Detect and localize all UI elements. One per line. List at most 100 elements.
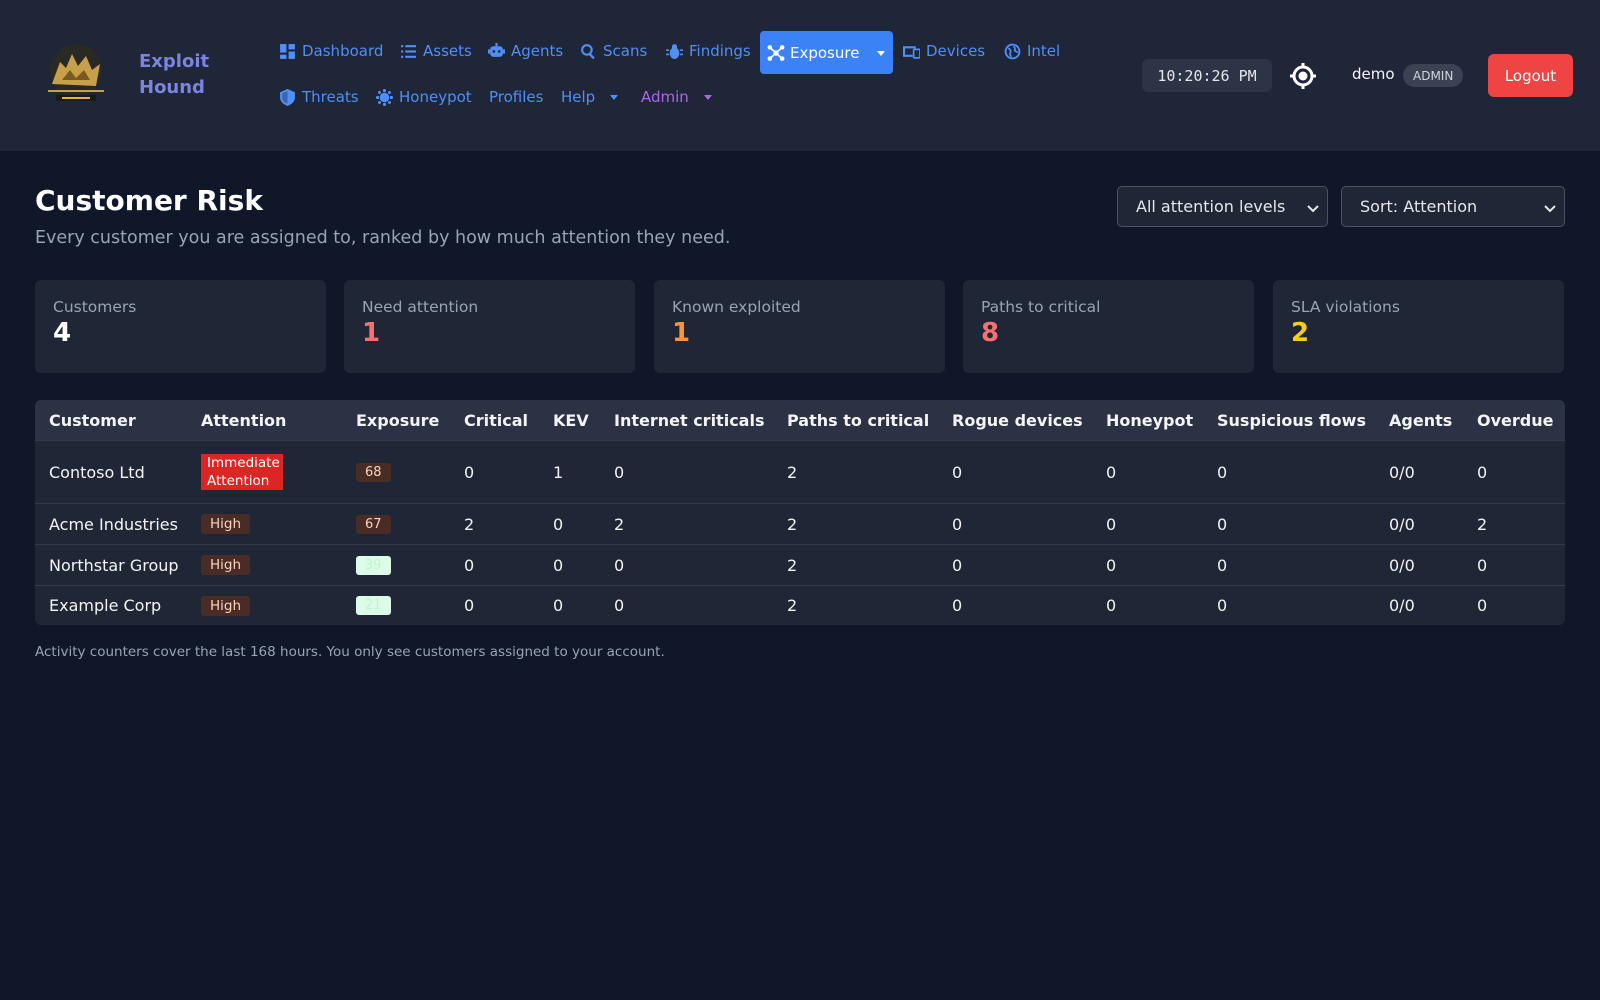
nav-agents[interactable]: Agents (488, 39, 563, 63)
nav-devices-label: Devices (926, 42, 986, 60)
customer-name[interactable]: Acme Industries (49, 504, 178, 544)
stat-card-paths-to-critical: Paths to critical 8 (963, 280, 1254, 373)
globe-icon (1004, 43, 1021, 59)
customer-name[interactable]: Example Corp (49, 586, 161, 625)
customer-risk-table: Customer Attention Exposure Critical KEV… (35, 400, 1565, 625)
attention-badge-high: High (201, 595, 251, 616)
stat-card-sla-violations: SLA violations 2 (1273, 280, 1564, 373)
nav-dashboard[interactable]: Dashboard (279, 39, 383, 63)
column-header[interactable]: Customer (49, 400, 136, 440)
column-header[interactable]: Exposure (356, 400, 439, 440)
column-header[interactable]: Honeypot (1106, 400, 1193, 440)
nav-threats[interactable]: Threats (279, 85, 359, 109)
column-header[interactable]: Attention (201, 400, 286, 440)
agents-count: 0/0 (1389, 514, 1415, 534)
hound-logo (48, 44, 104, 101)
stat-label: SLA violations (1291, 298, 1400, 316)
column-header[interactable]: KEV (553, 400, 589, 440)
nav-help-label: Help (561, 88, 596, 106)
column-header[interactable]: Agents (1389, 400, 1452, 440)
nav-exposure[interactable]: Exposure (760, 31, 893, 74)
nav-help[interactable]: Help (561, 85, 619, 109)
nav-scans[interactable]: Scans (580, 39, 647, 63)
top-navbar: Exploit Hound Dashboard Assets Agents Sc… (0, 0, 1600, 151)
nav-intel[interactable]: Intel (1004, 39, 1060, 63)
column-header[interactable]: Suspicious flows (1217, 400, 1366, 440)
stat-value: 8 (981, 318, 1000, 348)
customer-name[interactable]: Northstar Group (49, 545, 179, 585)
sort-select[interactable]: Sort: Attention (1341, 186, 1565, 227)
theme-toggle-icon[interactable] (1290, 63, 1316, 89)
column-header[interactable]: Paths to critical (787, 400, 929, 440)
nav-devices[interactable]: Devices (903, 39, 985, 63)
stat-label: Paths to critical (981, 298, 1101, 316)
stat-value: 1 (672, 318, 691, 348)
nav-intel-label: Intel (1027, 42, 1061, 60)
suspicious-flows-count: 0 (1217, 514, 1228, 534)
critical-count: 2 (464, 514, 475, 534)
nav-assets[interactable]: Assets (400, 39, 472, 63)
stat-label: Known exploited (672, 298, 801, 316)
nav-threats-label: Threats (302, 88, 359, 106)
nav-profiles-label: Profiles (489, 88, 544, 106)
kev-count: 0 (553, 514, 564, 534)
chevron-down-icon (703, 95, 712, 100)
attention-badge-high: High (201, 555, 251, 575)
table-row[interactable]: Acme Industries High 67 2 0 2 2 0 0 0 0/… (35, 503, 1565, 544)
username: demo (1352, 65, 1395, 83)
attention-filter-select[interactable]: All attention levels (1117, 186, 1328, 227)
nav-profiles[interactable]: Profiles (489, 85, 543, 109)
suspicious-flows-count: 0 (1217, 462, 1228, 482)
chevron-down-icon (610, 95, 619, 100)
brand-line-2: Hound (139, 77, 205, 98)
brand-name[interactable]: Exploit Hound (139, 49, 209, 101)
table-header: Customer Attention Exposure Critical KEV… (35, 400, 1565, 440)
nav-findings[interactable]: Findings (666, 39, 751, 63)
attention-badge-high: High (201, 514, 251, 534)
suspicious-flows-count: 0 (1217, 596, 1228, 615)
nav-admin[interactable]: Admin (641, 85, 713, 109)
nav-honeypot[interactable]: Honeypot (376, 85, 472, 109)
stat-card-customers: Customers 4 (35, 280, 326, 373)
logout-button[interactable]: Logout (1488, 54, 1573, 97)
suspicious-flows-count: 0 (1217, 555, 1228, 575)
column-header[interactable]: Critical (464, 400, 528, 440)
nav-admin-label: Admin (641, 88, 689, 106)
honeypot-count: 0 (1106, 462, 1117, 482)
nav-findings-label: Findings (689, 42, 751, 60)
customer-name[interactable]: Contoso Ltd (49, 441, 145, 503)
stat-label: Customers (53, 298, 137, 316)
exposure-cell: 21 (356, 586, 391, 625)
nav-dashboard-label: Dashboard (302, 42, 384, 60)
brand-line-1: Exploit (139, 51, 210, 72)
rogue-devices-count: 0 (952, 462, 963, 482)
critical-count: 0 (464, 462, 475, 482)
column-header[interactable]: Rogue devices (952, 400, 1083, 440)
kev-count: 0 (553, 596, 564, 615)
attention-badge-line-1: Immediate (207, 455, 280, 471)
stat-value: 4 (53, 318, 72, 348)
kev-count: 0 (553, 555, 564, 575)
exposure-score-badge: 21 (356, 596, 391, 615)
nav-assets-label: Assets (423, 42, 472, 60)
robot-icon (488, 42, 505, 57)
column-header[interactable]: Internet criticals (614, 400, 764, 440)
overdue-count: 2 (1477, 514, 1488, 534)
attention-badge-line-2: Attention (207, 473, 270, 489)
virus-icon (376, 88, 393, 106)
page-subtitle: Every customer you are assigned to, rank… (35, 228, 731, 248)
overdue-count: 0 (1477, 462, 1488, 482)
exposure-cell: 39 (356, 545, 391, 585)
nav-exposure-label: Exposure (790, 43, 860, 62)
table-row[interactable]: Northstar Group High 39 0 0 0 2 0 0 0 0/… (35, 544, 1565, 585)
internet-criticals-count: 0 (614, 555, 625, 575)
overdue-count: 0 (1477, 555, 1488, 575)
honeypot-count: 0 (1106, 555, 1117, 575)
stat-value: 1 (362, 318, 381, 348)
table-row[interactable]: Example Corp High 21 0 0 0 2 0 0 0 0/0 0 (35, 585, 1565, 625)
list-icon (401, 44, 416, 58)
internet-criticals-count: 0 (614, 596, 625, 615)
table-row[interactable]: Contoso Ltd Immediate Attention 68 0 1 0… (35, 440, 1565, 503)
column-header[interactable]: Overdue (1477, 400, 1553, 440)
kev-count: 1 (553, 462, 564, 482)
